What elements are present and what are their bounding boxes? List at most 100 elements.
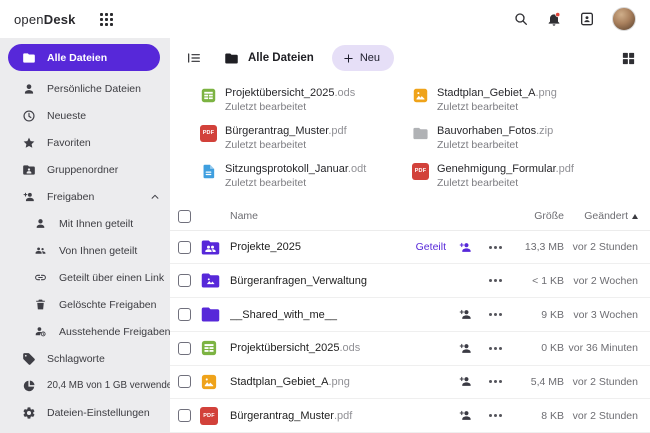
sidebar-item-ausstehende-freigaben[interactable]: Ausstehende Freigaben bbox=[0, 318, 171, 345]
file-name: Projektübersicht_2025 .ods bbox=[230, 342, 361, 355]
share-button[interactable] bbox=[450, 240, 480, 255]
sidebar-item-dateien-einstellungen[interactable]: Dateien-Einstellungen bbox=[0, 399, 170, 426]
opendesk-files-app: openDesk Alle Dateien Persönliche Dateie… bbox=[0, 0, 650, 433]
contacts-icon[interactable] bbox=[579, 11, 595, 27]
share-button[interactable] bbox=[450, 341, 480, 356]
sidebar-item-favoriten[interactable]: Favoriten bbox=[0, 129, 170, 156]
recent-file-subtitle: Zuletzt bearbeitet bbox=[437, 176, 519, 189]
sidebar-item-von-ihnen-geteilt[interactable]: Von Ihnen geteilt bbox=[0, 237, 170, 264]
sidebar-item-geloeschte-freigaben[interactable]: Gelöschte Freigaben bbox=[0, 291, 170, 318]
logo-desk: Desk bbox=[43, 11, 76, 27]
gear-icon bbox=[22, 406, 36, 420]
spreadsheet-file-icon bbox=[200, 87, 217, 104]
sidebar-item-label: Gelöschte Freigaben bbox=[59, 298, 157, 311]
storage-pie-icon bbox=[22, 379, 36, 393]
sidebar-item-label: Freigaben bbox=[47, 190, 95, 203]
recent-file-card[interactable]: Stadtplan_Gebiet_A.png Zuletzt bearbeite… bbox=[412, 87, 636, 114]
app-launcher-icon[interactable] bbox=[99, 12, 113, 26]
file-modified: vor 3 Wochen bbox=[573, 308, 638, 321]
recent-files-grid: Projektübersicht_2025.ods Zuletzt bearbe… bbox=[170, 75, 650, 203]
recent-file-text: Sitzungsprotokoll_Januar.odt Zuletzt bea… bbox=[225, 163, 366, 190]
more-actions-button[interactable] bbox=[480, 380, 510, 384]
storage-usage-label: 20,4 MB von 1 GB verwendet bbox=[47, 380, 175, 391]
recent-file-text: Stadtplan_Gebiet_A.png Zuletzt bearbeite… bbox=[437, 87, 557, 114]
share-button[interactable] bbox=[450, 408, 480, 423]
main-content: Alle Dateien Neu Projektübersicht_2025.o… bbox=[170, 38, 650, 433]
file-modified: vor 2 Wochen bbox=[573, 274, 638, 287]
notifications-bell-icon[interactable] bbox=[546, 11, 562, 27]
person-icon bbox=[22, 82, 36, 96]
recent-file-name: Projektübersicht_2025.ods bbox=[225, 86, 356, 99]
more-actions-button[interactable] bbox=[480, 414, 510, 418]
opendesk-logo[interactable]: openDesk bbox=[14, 12, 76, 27]
sidebar-item-label: Alle Dateien bbox=[47, 51, 108, 64]
more-actions-button[interactable] bbox=[480, 279, 510, 283]
recent-file-card[interactable]: Sitzungsprotokoll_Januar.odt Zuletzt bea… bbox=[200, 163, 412, 190]
select-all-checkbox[interactable] bbox=[178, 209, 191, 223]
table-row[interactable]: Projektübersicht_2025 .ods 0 KB vor 36 Mi… bbox=[170, 332, 650, 366]
sidebar-item-label: Neueste bbox=[47, 109, 87, 122]
table-row[interactable]: __Shared_with_me__ 9 KB vor 3 Wochen bbox=[170, 298, 650, 332]
file-modified: vor 2 Stunden bbox=[572, 241, 638, 254]
sidebar-item-label: Mit Ihnen geteilt bbox=[59, 217, 134, 230]
sidebar-item-geteilt-ueber-link[interactable]: Geteilt über einen Link bbox=[0, 264, 170, 291]
content-toolbar: Alle Dateien Neu bbox=[170, 38, 650, 75]
sidebar-item-persoenliche-dateien[interactable]: Persönliche Dateien bbox=[0, 75, 170, 102]
more-actions-button[interactable] bbox=[480, 313, 510, 317]
file-size: 9 KB bbox=[541, 308, 564, 321]
column-header-size[interactable]: Größe bbox=[510, 210, 564, 222]
sidebar-item-label: Von Ihnen geteilt bbox=[59, 244, 138, 257]
row-checkbox[interactable] bbox=[178, 409, 191, 423]
grid-view-toggle-icon[interactable] bbox=[621, 51, 636, 66]
recent-file-card[interactable]: PDF Genehmigung_Formular.pdf Zuletzt bea… bbox=[412, 162, 636, 190]
new-button-label: Neu bbox=[359, 52, 381, 65]
document-file-icon bbox=[200, 163, 217, 180]
breadcrumb-label: Alle Dateien bbox=[248, 52, 314, 65]
sidebar-item-gruppenordner[interactable]: Gruppenordner bbox=[0, 156, 170, 183]
table-row[interactable]: Bürgeranfragen_Verwaltung < 1 KB vor 2 W… bbox=[170, 264, 650, 299]
recent-file-name: Sitzungsprotokoll_Januar.odt bbox=[225, 162, 367, 175]
column-header-name[interactable]: Name bbox=[230, 210, 450, 222]
recent-file-subtitle: Zuletzt bearbeitet bbox=[437, 100, 519, 113]
row-checkbox[interactable] bbox=[178, 274, 191, 288]
recent-file-subtitle: Zuletzt bearbeitet bbox=[225, 100, 307, 113]
recent-file-text: Bürgerantrag_Muster.pdf Zuletzt bearbeit… bbox=[225, 125, 347, 152]
sidebar-item-mit-ihnen-geteilt[interactable]: Mit Ihnen geteilt bbox=[0, 210, 170, 237]
link-icon bbox=[34, 271, 48, 285]
sidebar-item-label: Dateien-Einstellungen bbox=[47, 406, 150, 419]
user-avatar[interactable] bbox=[612, 7, 636, 31]
table-row[interactable]: Projekte_2025 Geteilt 13,3 MB vor 2 Stund… bbox=[170, 231, 650, 265]
row-checkbox[interactable] bbox=[178, 308, 191, 322]
breadcrumb[interactable]: Alle Dateien bbox=[224, 51, 314, 66]
sidebar-item-freigaben[interactable]: Freigaben bbox=[0, 183, 170, 210]
column-header-modified[interactable]: Geändert bbox=[570, 210, 638, 222]
clock-icon bbox=[22, 109, 36, 123]
file-modified: vor 2 Stunden bbox=[572, 375, 638, 388]
folder-icon bbox=[200, 304, 230, 325]
person-icon bbox=[34, 217, 48, 231]
sidebar-storage-usage[interactable]: 20,4 MB von 1 GB verwendet bbox=[0, 372, 175, 399]
pdf-file-icon: PDF bbox=[200, 406, 230, 425]
share-button[interactable] bbox=[450, 374, 480, 389]
sidebar-toggle-icon[interactable] bbox=[186, 50, 202, 66]
recent-file-card[interactable]: Bauvorhaben_Fotos.zip Zuletzt bearbeitet bbox=[412, 125, 636, 152]
new-button[interactable]: Neu bbox=[331, 45, 395, 72]
sidebar-item-schlagworte[interactable]: Schlagworte bbox=[0, 345, 170, 372]
more-actions-button[interactable] bbox=[480, 245, 510, 249]
row-checkbox[interactable] bbox=[178, 341, 191, 355]
folder-icon bbox=[22, 51, 36, 65]
row-checkbox[interactable] bbox=[178, 375, 191, 389]
row-checkbox[interactable] bbox=[178, 240, 191, 254]
recent-file-name: Bürgerantrag_Muster.pdf bbox=[225, 124, 347, 137]
file-name: Bürgeranfragen_Verwaltung bbox=[230, 274, 367, 287]
share-button[interactable] bbox=[450, 307, 480, 322]
recent-file-text: Genehmigung_Formular.pdf Zuletzt bearbei… bbox=[437, 163, 574, 190]
recent-file-card[interactable]: Projektübersicht_2025.ods Zuletzt bearbe… bbox=[200, 87, 412, 114]
table-row[interactable]: Stadtplan_Gebiet_A .png 5,4 MB vor 2 Stun… bbox=[170, 366, 650, 400]
search-icon[interactable] bbox=[513, 11, 529, 27]
table-row[interactable]: PDF Bürgerantrag_Muster .pdf 8 KB vor 2 S… bbox=[170, 399, 650, 433]
sidebar-item-neueste[interactable]: Neueste bbox=[0, 102, 170, 129]
sidebar-item-alle-dateien[interactable]: Alle Dateien bbox=[8, 44, 160, 71]
more-actions-button[interactable] bbox=[480, 346, 510, 350]
recent-file-card[interactable]: PDF Bürgerantrag_Muster.pdf Zuletzt bear… bbox=[200, 124, 412, 152]
